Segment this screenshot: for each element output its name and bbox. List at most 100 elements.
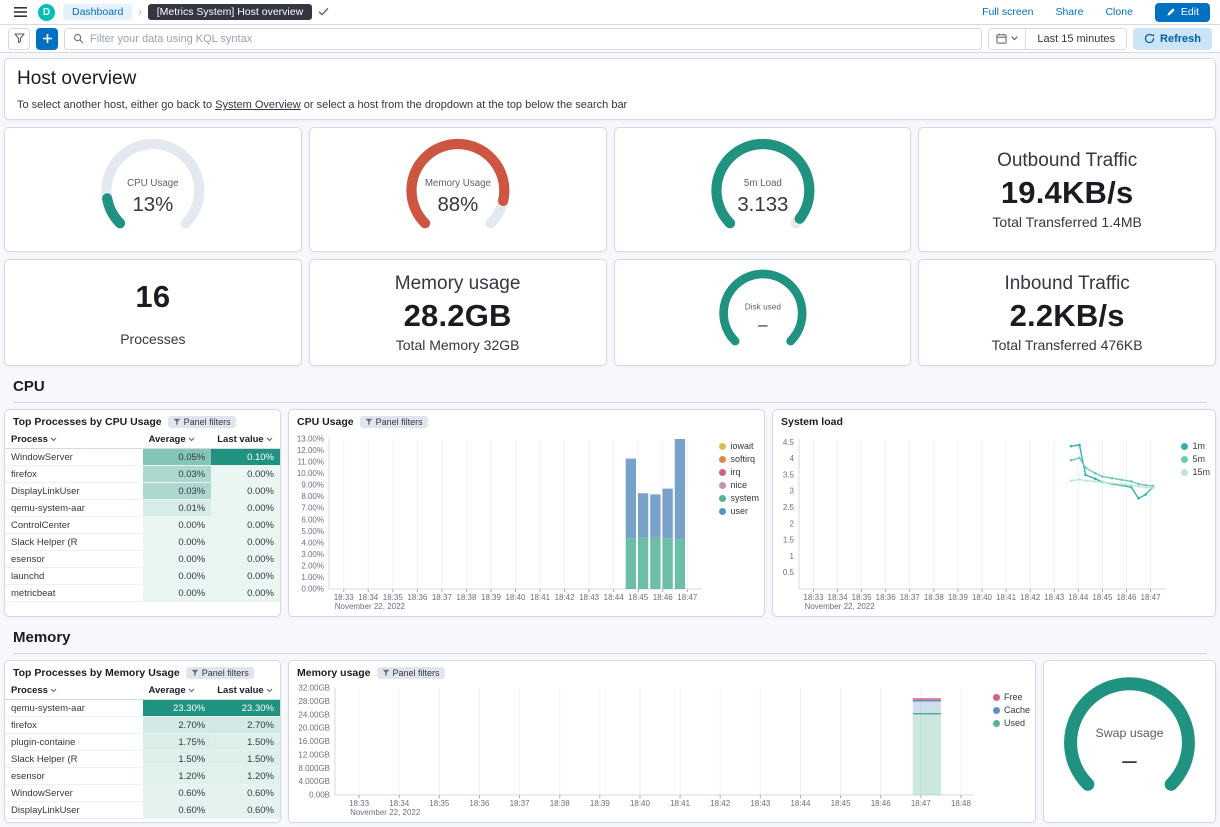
svg-text:18:41: 18:41	[670, 799, 691, 808]
outbound-traffic-panel: Outbound Traffic 19.4KB/s Total Transfer…	[918, 127, 1216, 252]
svg-text:4: 4	[790, 454, 795, 463]
svg-text:9.00%: 9.00%	[301, 481, 324, 490]
process-name: DisplayLinkUser	[5, 802, 143, 819]
legend-item-1m[interactable]: 1m	[1181, 441, 1210, 451]
legend-item-Cache[interactable]: Cache	[993, 705, 1030, 715]
share-link[interactable]: Share	[1055, 6, 1083, 18]
saved-query-menu-button[interactable]	[8, 28, 30, 50]
legend-item-Used[interactable]: Used	[993, 718, 1030, 728]
svg-text:12.00GB: 12.00GB	[298, 750, 330, 759]
legend-item-system[interactable]: system	[719, 493, 759, 503]
svg-text:18:40: 18:40	[972, 593, 993, 602]
process-name: firefox	[5, 717, 143, 734]
legend-item-softirq[interactable]: softirq	[719, 454, 759, 464]
process-name: WindowServer	[5, 449, 143, 466]
table-row: Slack Helper (R1.50%1.50%	[5, 751, 280, 768]
process-name: qemu-system-aar	[5, 700, 143, 717]
column-header-process[interactable]: Process	[5, 431, 143, 449]
filter-funnel-icon	[191, 669, 199, 677]
last-value: 1.50%	[211, 751, 280, 768]
gauge-label: Memory Usage	[425, 178, 491, 189]
last-value: 1.50%	[211, 734, 280, 751]
filter-funnel-icon	[365, 418, 373, 426]
clone-link[interactable]: Clone	[1105, 6, 1132, 18]
memory-processes-table: Process Average Last value qemu-system-a…	[5, 682, 280, 819]
edit-button[interactable]: Edit	[1155, 3, 1210, 22]
svg-text:18:35: 18:35	[383, 593, 404, 602]
disk-used-gauge-panel: Disk used –	[614, 259, 912, 366]
refresh-button[interactable]: Refresh	[1133, 28, 1212, 50]
legend-item-15m[interactable]: 15m	[1181, 467, 1210, 477]
time-range-button[interactable]: Last 15 minutes	[1026, 29, 1126, 49]
menu-button[interactable]	[10, 2, 30, 22]
intro-text: To select another host, either go back t…	[17, 99, 1203, 111]
column-header-last-value[interactable]: Last value	[211, 431, 280, 449]
add-filter-button[interactable]	[36, 28, 58, 50]
average-value: 0.05%	[143, 449, 212, 466]
last-value: 1.20%	[211, 768, 280, 785]
saved-check-icon	[318, 7, 329, 17]
column-header-average[interactable]: Average	[143, 431, 212, 449]
svg-text:7.00%: 7.00%	[301, 504, 324, 513]
last-value: 0.00%	[211, 551, 280, 568]
legend-item-5m[interactable]: 5m	[1181, 454, 1210, 464]
average-value: 0.60%	[143, 802, 212, 819]
panel-filters-badge[interactable]: Panel filters	[377, 667, 445, 679]
gauge-value: 3.133	[737, 194, 788, 216]
breadcrumb-separator-icon: ›	[138, 7, 141, 18]
svg-text:8.00%: 8.00%	[301, 492, 324, 501]
table-row: ControlCenter0.00%0.00%	[5, 517, 280, 534]
column-header-last-value[interactable]: Last value	[211, 682, 280, 700]
memory-usage-plot: 18:3318:3418:3518:3618:3718:3818:3918:40…	[289, 682, 1035, 823]
load-gauge: 5m Load 3.133	[615, 128, 911, 251]
legend-dot	[719, 469, 726, 476]
legend-label: 1m	[1192, 441, 1205, 451]
column-header-average[interactable]: Average	[143, 682, 212, 700]
legend-dot	[1181, 456, 1188, 463]
disk-used-gauge: Disk used –	[615, 260, 911, 365]
cpu-usage-gauge-panel: CPU Usage 13%	[4, 127, 302, 252]
average-value: 1.20%	[143, 768, 212, 785]
panel-filters-badge[interactable]: Panel filters	[168, 416, 236, 428]
edit-button-label: Edit	[1181, 6, 1199, 18]
svg-text:18:39: 18:39	[481, 593, 502, 602]
average-value: 0.03%	[143, 466, 212, 483]
legend-item-Free[interactable]: Free	[993, 692, 1030, 702]
legend-item-user[interactable]: user	[719, 506, 759, 516]
gauge-value: –	[758, 315, 768, 335]
svg-text:28.00GB: 28.00GB	[298, 697, 330, 706]
legend-item-irq[interactable]: irq	[719, 467, 759, 477]
kql-search-input[interactable]	[90, 33, 973, 45]
memory-usage-stat-panel: Memory usage 28.2GB Total Memory 32GB	[309, 259, 607, 366]
svg-text:16.00GB: 16.00GB	[298, 737, 330, 746]
average-value: 23.30%	[143, 700, 212, 717]
column-header-process[interactable]: Process	[5, 682, 143, 700]
kibana-header: D Dashboard › [Metrics System] Host over…	[0, 0, 1220, 25]
memory-usage-gauge: Memory Usage 88%	[310, 128, 606, 251]
table-row: DisplayLinkUser0.03%0.00%	[5, 483, 280, 500]
inbound-traffic-panel: Inbound Traffic 2.2KB/s Total Transferre…	[918, 259, 1216, 366]
svg-text:18:34: 18:34	[389, 799, 410, 808]
svg-text:18:42: 18:42	[1020, 593, 1041, 602]
date-picker-calendar-button[interactable]	[989, 29, 1026, 49]
cpu-usage-plot: 18:3318:3418:3518:3618:3718:3818:3918:40…	[289, 431, 764, 617]
intro-panel: Host overview To select another host, ei…	[4, 58, 1216, 120]
svg-text:18:47: 18:47	[1141, 593, 1162, 602]
panel-filters-badge[interactable]: Panel filters	[360, 416, 428, 428]
system-overview-link[interactable]: System Overview	[215, 99, 301, 111]
legend-item-iowait[interactable]: iowait	[719, 441, 759, 451]
panel-filters-badge[interactable]: Panel filters	[186, 667, 254, 679]
legend-item-nice[interactable]: nice	[719, 480, 759, 490]
memory-usage-legend: Free Cache Used	[993, 692, 1030, 728]
gauge-svg: Swap usage –	[1047, 664, 1212, 819]
memory_usage-canvas: 18:3318:3418:3518:3618:3718:3818:3918:40…	[289, 682, 1033, 821]
legend-label: system	[730, 493, 759, 503]
table-row: esensor0.00%0.00%	[5, 551, 280, 568]
svg-text:18:36: 18:36	[469, 799, 490, 808]
breadcrumb-dashboard[interactable]: Dashboard	[63, 4, 132, 20]
process-name: firefox	[5, 466, 143, 483]
filter-funnel-icon	[382, 669, 390, 677]
full-screen-link[interactable]: Full screen	[982, 6, 1033, 18]
deployment-logo[interactable]: D	[38, 4, 55, 21]
processes-panel: 16 Processes	[4, 259, 302, 366]
